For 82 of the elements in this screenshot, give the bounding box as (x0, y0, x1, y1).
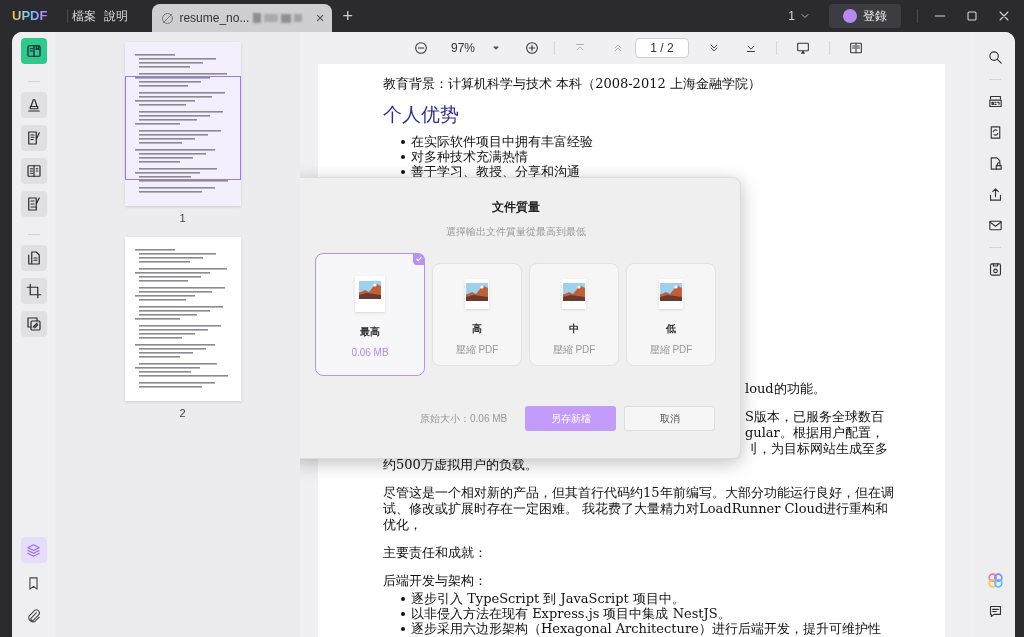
paperclip-icon (25, 607, 42, 625)
search-icon[interactable] (986, 49, 1004, 66)
option-label: 最高 (360, 325, 380, 339)
list-item-text: 逐步引入 TypeScript 到 JavaScript 项目中。 (411, 591, 685, 606)
option-detail: 壓縮 PDF (455, 343, 499, 357)
new-tab-button[interactable]: + (342, 2, 353, 30)
option-detail: 壓縮 PDF (552, 343, 596, 357)
list-item-text: 善于学习、教授、分享和沟通 (411, 164, 580, 179)
dialog-subtitle: 選擇輸出文件質量從最高到最低 (446, 225, 586, 239)
highlighter-tool[interactable] (20, 92, 47, 118)
paragraph: 主要责任和成就： (383, 545, 488, 561)
option-detail: 壓縮 PDF (649, 343, 693, 357)
section-heading: 个人优势 (383, 102, 460, 126)
tab-title: resume_no... (179, 10, 250, 27)
layers-button[interactable] (20, 537, 47, 563)
paragraph: 尽管这是一个相对新的产品，但其首行代码约15年前编写。大部分功能运行良好，但在调试、修改或扩展时存在一定困难。 我花费了大量精力对LoadRunner Cloud进行重构和优化， (383, 485, 895, 533)
viewport-frame[interactable] (124, 76, 241, 180)
zoom-dropdown[interactable]: 97% (451, 39, 502, 57)
menu-item[interactable]: 檔案 (68, 7, 101, 25)
bullet-icon (401, 140, 405, 144)
cloud-off-icon (160, 10, 176, 26)
layers-icon (25, 541, 42, 559)
maximize-icon[interactable] (964, 8, 980, 24)
fill-sign-tool[interactable] (20, 191, 47, 217)
menu-item[interactable]: 說明 (100, 7, 133, 25)
pages-tool[interactable] (20, 311, 47, 337)
bullet-icon (401, 612, 405, 616)
ocr-icon[interactable] (986, 93, 1004, 110)
redaction-blur (253, 13, 303, 23)
form-icon (24, 162, 43, 180)
pages-icon (24, 315, 43, 333)
page-thumbnail[interactable] (124, 42, 241, 206)
page-field[interactable]: 1 / 2 (635, 38, 690, 58)
cancel-button[interactable]: 取消 (624, 406, 716, 431)
quality-option[interactable]: 中 壓縮 PDF (529, 263, 619, 366)
option-detail: 0.06 MB (351, 346, 389, 360)
window-count-dropdown[interactable]: 1 (784, 7, 815, 25)
page-thumbnail[interactable] (124, 236, 241, 401)
list-item-text: 以非侵入方法在现有 Express.js 项目中集成 NestJS。 (411, 606, 731, 621)
crop-icon (24, 282, 43, 300)
paragraph: 约500万虚拟用户的负载。 (383, 457, 539, 473)
dialog-title: 文件質量 (492, 199, 540, 216)
slideshow-icon[interactable] (795, 40, 812, 56)
edit-text-tool[interactable] (20, 125, 47, 151)
list-item-text: 对多种技术充满热情 (411, 149, 528, 164)
page-number: 2 (179, 405, 186, 421)
crop-tool[interactable] (20, 278, 47, 304)
zoom-in-icon[interactable] (524, 40, 541, 56)
reading-mode-icon[interactable] (848, 40, 865, 56)
document-tab[interactable]: resume_no... × (152, 4, 333, 32)
option-label: 高 (472, 322, 482, 336)
check-icon (413, 253, 425, 265)
list-item-text: 逐步采用六边形架构（Hexagonal Architecture）进行后端开发，提升可维护性 (411, 621, 881, 636)
bullet-icon (401, 597, 405, 601)
text-line: loud的功能。 (745, 381, 826, 397)
zoom-out-icon[interactable] (413, 40, 429, 56)
text-line: S版本，已服务全球数百 (745, 409, 884, 425)
page-number: 1 (179, 211, 186, 226)
organize-pages-tool[interactable] (20, 245, 47, 271)
paragraph: 教育背景：计算机科学与技术 本科（2008-2012 上海金融学院） (383, 76, 762, 92)
quality-option[interactable]: 高 壓縮 PDF (432, 263, 522, 366)
form-tool[interactable] (20, 158, 47, 184)
text-line: gular。根据用户配置， (745, 425, 884, 441)
option-label: 中 (569, 322, 579, 336)
reader-tool[interactable] (20, 38, 47, 64)
quality-option[interactable]: 低 壓縮 PDF (626, 263, 716, 366)
ai-assistant-icon[interactable] (986, 572, 1004, 589)
zoom-level: 97% (451, 40, 476, 57)
login-button[interactable]: 登錄 (829, 4, 901, 28)
paragraph: 后端开发与架构： (383, 573, 488, 589)
bullet-icon (401, 170, 405, 174)
reader-icon (24, 42, 43, 60)
close-tab-button[interactable]: × (315, 6, 325, 30)
original-size: 原始大小：0.06 MB (420, 412, 508, 426)
window-count: 1 (788, 8, 795, 25)
list-item-text: 在实际软件项目中拥有丰富经验 (411, 134, 593, 149)
avatar-icon (843, 9, 857, 23)
option-label: 低 (666, 322, 676, 336)
quality-option[interactable]: 最高 0.06 MB (315, 253, 425, 376)
bullet-icon (401, 155, 405, 159)
text-line: 刂，为目标网站生成至多 (745, 441, 888, 457)
bullet-icon (401, 627, 405, 631)
